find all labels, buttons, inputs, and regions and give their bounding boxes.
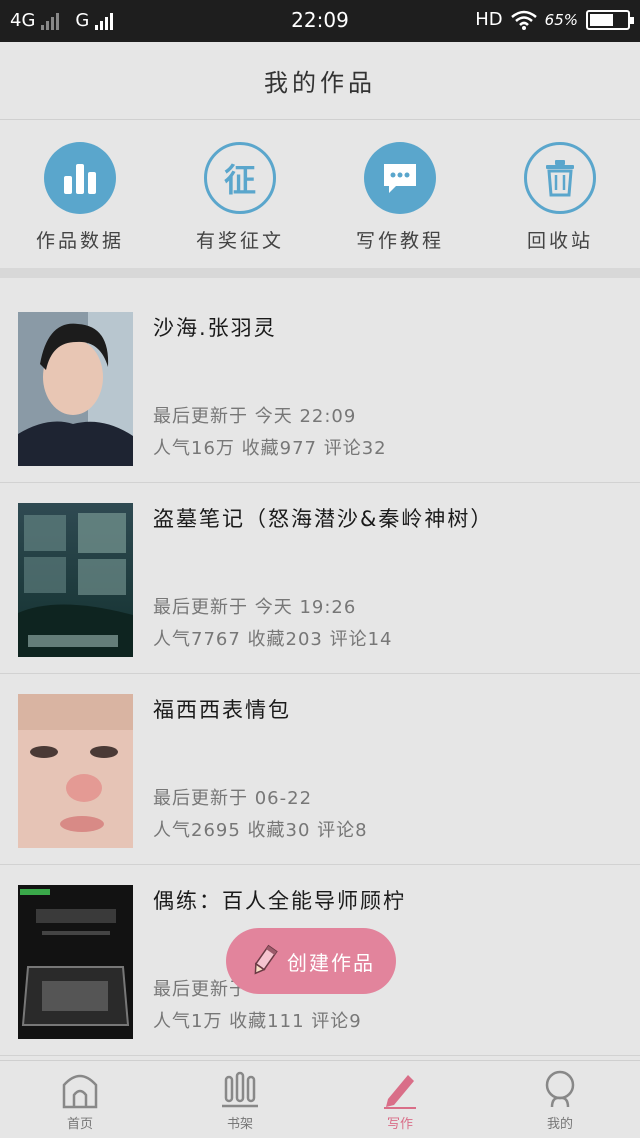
- page-header: 我的作品: [0, 42, 640, 120]
- battery-percent: 65%: [544, 10, 578, 29]
- tab-label: 写作: [386, 1117, 413, 1132]
- work-item[interactable]: 福西西表情包 最后更新于 06-22 人气2695 收藏30 评论8: [0, 674, 640, 865]
- tab-bookshelf[interactable]: 书架: [160, 1061, 320, 1138]
- work-stats: 人气2695 收藏30 评论8: [153, 820, 368, 841]
- work-item[interactable]: 盗墓笔记（怒海潜沙&秦岭神树） 最后更新于 今天 19:26 人气7767 收藏…: [0, 483, 640, 674]
- status-right: HD 65%: [475, 9, 634, 30]
- status-bar: 4G G 22:09 HD 65%: [0, 0, 640, 42]
- shortcut-recycle-bin[interactable]: 回收站: [480, 122, 640, 268]
- pencil-icon: [254, 944, 278, 975]
- bottom-tab-bar: 首页 书架 写作 我的: [0, 1060, 640, 1138]
- trash-icon: [524, 142, 596, 214]
- page-title: 我的作品: [264, 69, 376, 97]
- shortcut-work-data[interactable]: 作品数据: [0, 122, 160, 268]
- create-work-button[interactable]: 创建作品: [226, 928, 396, 994]
- work-updated: 最后更新于 06-22: [153, 788, 313, 809]
- wifi-icon: [510, 10, 537, 30]
- section-divider: [0, 268, 640, 278]
- shortcut-contest[interactable]: 征 有奖征文: [160, 122, 320, 268]
- zheng-glyph: 征: [223, 161, 256, 199]
- hd-label: HD: [475, 9, 503, 30]
- work-stats: 人气16万 收藏977 评论32: [153, 438, 387, 459]
- profile-icon: [545, 1070, 575, 1108]
- bar-chart-icon: [44, 142, 116, 214]
- work-title: 沙海.张羽灵: [153, 316, 277, 340]
- home-icon: [62, 1074, 98, 1109]
- shortcut-label: 作品数据: [35, 230, 124, 252]
- tab-label: 我的: [546, 1117, 573, 1132]
- battery-icon: [586, 9, 634, 30]
- shortcut-tutorial[interactable]: 写作教程: [320, 122, 480, 268]
- work-cover-image: [18, 312, 133, 466]
- tab-home[interactable]: 首页: [0, 1061, 160, 1138]
- shortcut-label: 写作教程: [355, 230, 444, 252]
- tab-label: 书架: [226, 1117, 253, 1132]
- work-stats: 人气1万 收藏111 评论9: [153, 1011, 362, 1032]
- zheng-badge-icon: 征: [204, 142, 276, 214]
- work-item[interactable]: 沙海.张羽灵 最后更新于 今天 22:09 人气16万 收藏977 评论32: [0, 292, 640, 483]
- pen-icon: [384, 1075, 416, 1109]
- bookshelf-icon: [222, 1071, 258, 1108]
- tab-label: 首页: [66, 1117, 93, 1132]
- work-updated: 最后更新于 今天 22:09: [153, 406, 357, 427]
- chat-bubble-icon: [364, 142, 436, 214]
- work-stats: 人气7767 收藏203 评论14: [153, 629, 393, 650]
- tab-write[interactable]: 写作: [320, 1061, 480, 1138]
- work-title: 偶练：百人全能导师顾柠: [153, 889, 406, 913]
- shortcut-label: 有奖征文: [195, 230, 284, 252]
- work-updated: 最后更新于 今天 19:26: [153, 597, 357, 618]
- work-cover-image: [18, 694, 133, 848]
- work-title: 福西西表情包: [153, 698, 291, 722]
- create-work-label: 创建作品: [287, 950, 375, 975]
- tab-profile[interactable]: 我的: [480, 1061, 640, 1138]
- shortcut-row: 作品数据 征 有奖征文 写作教程 回收站: [0, 122, 640, 268]
- shortcut-label: 回收站: [526, 230, 593, 252]
- work-cover-image: [18, 885, 133, 1039]
- work-cover-image: [18, 503, 133, 657]
- work-title: 盗墓笔记（怒海潜沙&秦岭神树）: [153, 507, 494, 531]
